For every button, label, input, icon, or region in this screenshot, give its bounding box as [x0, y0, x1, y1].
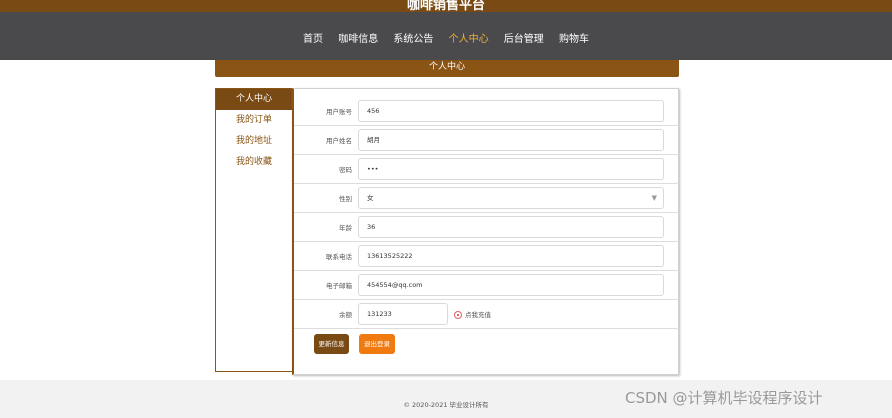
chevron-down-icon: ▼: [651, 194, 657, 202]
radio-icon: [454, 311, 462, 319]
form-row-phone: 联系电话 13613525222: [294, 242, 679, 271]
form-row-name: 用户姓名 胡月: [294, 126, 679, 155]
gender-value: 女: [367, 194, 374, 202]
form-row-gender: 性别 女 ▼: [294, 184, 679, 213]
field-label: 密码: [339, 166, 352, 174]
page-title-banner: 个人中心: [215, 60, 679, 77]
form-row-password: 密码 •••: [294, 155, 679, 184]
field-label: 电子邮箱: [326, 282, 352, 290]
profile-form-panel: 用户账号 456 用户姓名 胡月 密码 ••• 性别 女 ▼ 年龄 36 联系电…: [292, 88, 679, 375]
form-row-age: 年龄 36: [294, 213, 679, 242]
field-label: 性别: [339, 195, 352, 203]
age-input[interactable]: 36: [358, 216, 664, 238]
sidebar-item-my-orders[interactable]: 我的订单: [216, 110, 292, 131]
sidebar: 个人中心 我的订单 我的地址 我的收藏: [215, 88, 292, 372]
password-input[interactable]: •••: [358, 158, 664, 180]
form-row-account: 用户账号 456: [294, 97, 679, 126]
logout-button[interactable]: 退出登录: [359, 334, 395, 354]
balance-input[interactable]: 131233: [358, 303, 448, 325]
nav-item-personal-center[interactable]: 个人中心: [449, 30, 489, 45]
nav-menu: 首页 咖啡信息 系统公告 个人中心 后台管理 购物车: [0, 30, 892, 45]
field-label: 联系电话: [326, 253, 352, 261]
nav-item-coffee[interactable]: 咖啡信息: [338, 30, 378, 45]
sidebar-item-my-favorites[interactable]: 我的收藏: [216, 152, 292, 173]
sidebar-item-my-address[interactable]: 我的地址: [216, 131, 292, 152]
top-navbar: 首页 咖啡信息 系统公告 个人中心 后台管理 购物车: [0, 12, 892, 60]
phone-input[interactable]: 13613525222: [358, 245, 664, 267]
field-label: 用户姓名: [326, 137, 352, 145]
nav-item-cart[interactable]: 购物车: [559, 30, 589, 45]
nav-item-announcements[interactable]: 系统公告: [393, 30, 433, 45]
form-row-balance: 余额 131233 点我充值: [294, 300, 679, 329]
name-input[interactable]: 胡月: [358, 129, 664, 151]
update-info-button[interactable]: 更新信息: [314, 334, 349, 354]
field-label: 年龄: [339, 224, 352, 232]
nav-item-home[interactable]: 首页: [303, 30, 323, 45]
sidebar-item-personal-center[interactable]: 个人中心: [216, 89, 292, 110]
form-row-email: 电子邮箱 454554@qq.com: [294, 271, 679, 300]
account-input[interactable]: 456: [358, 100, 664, 122]
field-label: 余额: [339, 311, 352, 319]
watermark: CSDN @计算机毕设程序设计: [625, 389, 823, 407]
field-label: 用户账号: [326, 108, 352, 116]
site-title: 咖啡销售平台: [406, 0, 485, 12]
site-header: 咖啡销售平台: [0, 0, 892, 12]
recharge-link[interactable]: 点我充值: [454, 309, 491, 319]
email-input[interactable]: 454554@qq.com: [358, 274, 664, 296]
gender-select[interactable]: 女 ▼: [358, 187, 664, 209]
recharge-label: 点我充值: [465, 311, 491, 319]
nav-item-admin[interactable]: 后台管理: [504, 30, 544, 45]
